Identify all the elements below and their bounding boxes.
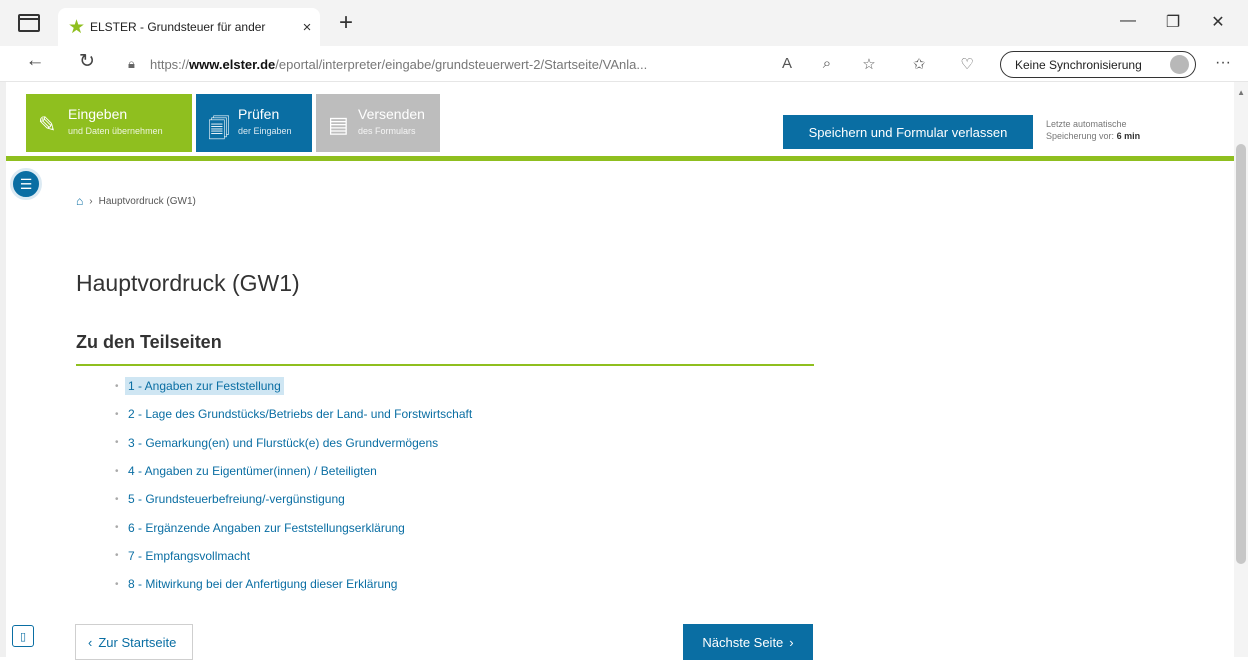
back-label: Zur Startseite <box>98 634 177 650</box>
subpage-link-6[interactable]: 6 - Ergänzende Angaben zur Feststellungs… <box>125 519 408 537</box>
read-aloud-icon[interactable]: A <box>774 55 800 72</box>
page-title: Hauptvordruck (GW1) <box>76 270 300 296</box>
add-favorite-icon[interactable]: ☆ <box>856 55 882 73</box>
tab-title: ELSTER - Grundsteuer für ander <box>90 20 266 34</box>
bullet: • <box>115 465 119 477</box>
check-document-icon: 🗐︎ <box>208 116 230 141</box>
step-title: Eingeben <box>68 106 128 122</box>
bullet: • <box>115 493 119 505</box>
page-content: ▲ ✎ Eingeben und Daten übernehmen 🗐︎ Prü… <box>0 82 1248 660</box>
edit-icon: ✎ <box>38 112 57 137</box>
refresh-icon[interactable]: ↻ <box>72 50 102 73</box>
step-pruefen[interactable]: 🗐︎ Prüfen der Eingaben <box>196 94 312 152</box>
section-divider <box>76 364 814 366</box>
url-host: www.elster.de <box>189 56 276 72</box>
step-subtitle: und Daten übernehmen <box>68 126 163 136</box>
close-window-button[interactable]: ✕ <box>1198 12 1238 32</box>
favorites-icon[interactable]: ✩ <box>906 55 932 73</box>
menu-button[interactable]: ☰ <box>10 168 42 200</box>
menu-icon: ☰ <box>19 175 33 192</box>
back-arrow-icon[interactable]: ← <box>20 50 50 72</box>
bullet: • <box>115 437 119 449</box>
lock-icon: 🔒︎ <box>128 56 135 71</box>
browser-titlebar: ★ ELSTER - Grundsteuer für ander × + — ❐… <box>0 0 1248 46</box>
health-icon[interactable]: ♡ <box>954 55 980 73</box>
profile-avatar-icon <box>1170 55 1189 74</box>
browser-tab[interactable]: ★ ELSTER - Grundsteuer für ander × <box>58 8 320 46</box>
breadcrumb-current: Hauptvordruck (GW1) <box>98 195 196 207</box>
new-tab-button[interactable]: + <box>332 10 360 38</box>
left-rail <box>0 82 6 657</box>
step-subtitle: der Eingaben <box>238 126 292 136</box>
subpage-link-2[interactable]: 2 - Lage des Grundstücks/Betriebs der La… <box>125 405 475 423</box>
address-bar[interactable]: 🔒︎ https:// www.elster.de /eportal/inter… <box>128 50 778 78</box>
scrollbar[interactable]: ▲ <box>1234 82 1248 657</box>
breadcrumb: ⌂ › Hauptvordruck (GW1) <box>76 194 196 208</box>
step-eingeben[interactable]: ✎ Eingeben und Daten übernehmen <box>26 94 192 152</box>
breadcrumb-separator: › <box>89 195 93 207</box>
bullet: • <box>115 578 119 590</box>
autosave-line2: Speicherung vor: <box>1046 131 1115 141</box>
next-page-button[interactable]: Nächste Seite › <box>683 624 813 660</box>
bullet: • <box>115 522 119 534</box>
header-divider <box>6 156 1234 161</box>
section-title: Zu den Teilseiten <box>76 332 222 352</box>
next-label: Nächste Seite <box>702 634 784 650</box>
zoom-icon[interactable]: ⌕ <box>814 55 840 72</box>
step-title: Versenden <box>358 106 425 122</box>
step-versenden: ▤ Versenden des Formulars <box>316 94 440 152</box>
subpage-link-7[interactable]: 7 - Empfangsvollmacht <box>125 547 253 565</box>
restore-button[interactable]: ❐ <box>1153 12 1193 32</box>
bullet: • <box>115 408 119 420</box>
chevron-left-icon: ‹ <box>88 634 93 650</box>
browser-toolbar: ← ↻ 🔒︎ https:// www.elster.de /eportal/i… <box>0 46 1248 82</box>
subpage-link-1[interactable]: 1 - Angaben zur Feststellung <box>125 377 284 396</box>
list-item: • 6 - Ergänzende Angaben zur Feststellung… <box>115 513 475 541</box>
autosave-status: Letzte automatische Speicherung vor: 6 m… <box>1046 118 1196 142</box>
subpage-link-8[interactable]: 8 - Mitwirkung bei der Anfertigung diese… <box>125 575 400 593</box>
url-prefix: https:// <box>150 56 190 72</box>
list-item: • 7 - Empfangsvollmacht <box>115 542 475 570</box>
step-subtitle: des Formulars <box>358 126 416 136</box>
autosave-value: 6 min <box>1116 131 1141 141</box>
list-item: • 1 - Angaben zur Feststellung <box>115 372 475 400</box>
send-icon: ▤ <box>328 112 349 137</box>
subpage-link-4[interactable]: 4 - Angaben zu Eigentümer(innen) / Betei… <box>125 462 380 480</box>
sync-label: Keine Synchronisierung <box>1015 57 1142 72</box>
sync-button[interactable]: Keine Synchronisierung <box>1000 51 1196 78</box>
bullet: • <box>115 550 119 562</box>
favicon-star-icon: ★ <box>68 16 86 38</box>
scrollbar-thumb[interactable] <box>1236 144 1246 564</box>
list-item: • 3 - Gemarkung(en) und Flurstück(e) des … <box>115 429 475 457</box>
document-icon[interactable]: ▯ <box>12 625 34 647</box>
autosave-line1: Letzte automatische <box>1046 119 1127 129</box>
scroll-up-icon[interactable]: ▲ <box>1237 88 1245 97</box>
subpage-list: • 1 - Angaben zur Feststellung • 2 - Lage … <box>115 372 475 598</box>
chevron-right-icon: › <box>789 634 794 650</box>
save-and-exit-button[interactable]: Speichern und Formular verlassen <box>783 115 1033 149</box>
tab-close-icon[interactable]: × <box>294 19 320 36</box>
subpage-link-5[interactable]: 5 - Grundsteuerbefreiung/-vergünstigung <box>125 490 348 508</box>
list-item: • 8 - Mitwirkung bei der Anfertigung dies… <box>115 570 475 598</box>
list-item: • 4 - Angaben zu Eigentümer(innen) / Bete… <box>115 457 475 485</box>
url-path: /eportal/interpreter/eingabe/grundsteuer… <box>275 56 648 72</box>
list-item: • 5 - Grundsteuerbefreiung/-vergünstigung <box>115 485 475 513</box>
bullet: • <box>115 380 119 392</box>
home-icon[interactable]: ⌂ <box>76 194 83 208</box>
tab-actions-icon[interactable] <box>18 14 40 32</box>
subpage-link-3[interactable]: 3 - Gemarkung(en) und Flurstück(e) des G… <box>125 434 441 452</box>
list-item: • 2 - Lage des Grundstücks/Betriebs der L… <box>115 400 475 428</box>
more-options-icon[interactable]: ··· <box>1208 54 1238 72</box>
back-to-start-button[interactable]: ‹ Zur Startseite <box>75 624 193 660</box>
step-title: Prüfen <box>238 106 280 122</box>
minimize-button[interactable]: — <box>1108 12 1148 30</box>
